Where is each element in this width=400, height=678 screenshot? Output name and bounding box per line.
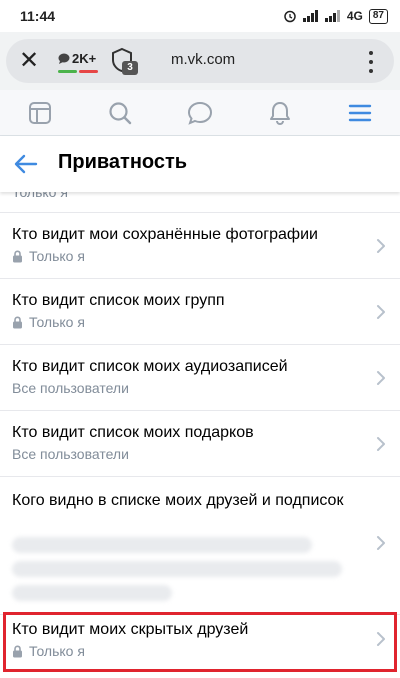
list-item-hidden-friends[interactable]: Кто видит моих скрытых друзей Только я [0,614,400,678]
page-title: Приватность [58,151,188,173]
notifications-icon[interactable] [266,99,294,127]
lock-icon [13,249,22,262]
status-time: 11:44 [20,8,56,24]
list-item-subtitle-text: Все пользователи [12,446,129,462]
network-type: 4G [346,9,363,23]
battery-level: 87 [372,10,384,21]
list-item-title: Кто видит список моих аудиозаписей [12,358,288,375]
tabs-shield-icon[interactable]: 3 [110,47,140,77]
list-item-audio[interactable]: Кто видит список моих аудиозаписей Все п… [0,344,400,410]
messages-icon[interactable] [186,99,214,127]
battery-icon: 87 [368,8,388,24]
list-item-title: Кто видит список моих подарков [12,424,254,441]
list-item-gifts[interactable]: Кто видит список моих подарков Все польз… [0,410,400,476]
signal-icon [302,10,318,22]
lock-icon [13,644,22,657]
blurred-content [12,537,312,553]
back-arrow-icon[interactable] [12,150,40,178]
address-bar[interactable]: ✕ 2K+ 3 m.vk.com [6,39,394,83]
signal-icon-2 [324,10,340,22]
list-item-title: Кто видит список моих групп [12,292,225,309]
blurred-content [12,585,172,601]
chat-count-label: 2K+ [72,51,97,66]
chevron-right-icon [377,239,385,253]
chevron-right-icon [377,305,385,319]
url-text[interactable]: m.vk.com [171,51,235,68]
blurred-content [12,561,342,577]
browser-toolbar: ✕ 2K+ 3 m.vk.com [0,32,400,90]
list-item-subtitle-text: Все пользователи [12,380,129,396]
chevron-right-icon [377,536,385,550]
more-vert-icon[interactable] [366,51,376,73]
search-icon[interactable] [106,99,134,127]
chevron-right-icon [377,632,385,646]
chat-count: 2K+ [58,51,96,66]
vk-nav-bar [0,90,400,136]
chat-bubble-icon [58,53,70,64]
chevron-right-icon [377,371,385,385]
lock-icon [13,315,22,328]
status-bar: 11:44 4G 87 [0,0,400,32]
list-item-subtitle: Только я [12,643,85,659]
list-item-groups[interactable]: Кто видит список моих групп Только я [0,278,400,344]
cut-off-subtitle: Только я [12,192,68,200]
chat-badge[interactable]: 2K+ [56,51,100,73]
chat-bars [58,70,98,73]
list-item-subtitle: Все пользователи [12,446,129,462]
alarm-icon [284,10,296,23]
list-item-subtitle-text: Только я [29,248,85,264]
status-icons: 4G 87 [283,8,388,24]
feed-icon[interactable] [26,99,54,127]
list-item-title: Кто видит моих скрытых друзей [12,621,249,638]
list-item-subtitle-text: Только я [29,314,85,330]
list-item-title: Кто видит мои сохранённые фотографии [12,226,318,243]
menu-icon[interactable] [346,99,374,127]
chat-bar-red [79,70,98,73]
list-item-subtitle: Только я [12,248,85,264]
list-item-subtitle: Только я [12,314,85,330]
list-item-visible-friends[interactable]: Кого видно в списке моих друзей и подпис… [0,476,400,608]
page-header: Приватность [0,136,400,192]
list-item-subtitle: Все пользователи [12,380,129,396]
list-item-subtitle-text: Только я [29,643,85,659]
list-item-title: Кого видно в списке моих друзей и подпис… [12,492,344,509]
tabs-count: 3 [122,61,138,75]
close-icon[interactable]: ✕ [16,48,42,74]
list-item-saved-photos[interactable]: Кто видит мои сохранённые фотографии Тол… [0,212,400,278]
chevron-right-icon [377,437,385,451]
privacy-settings-list: Только я Кто видит мои сохранённые фотог… [0,192,400,678]
chat-bar-green [58,70,77,73]
